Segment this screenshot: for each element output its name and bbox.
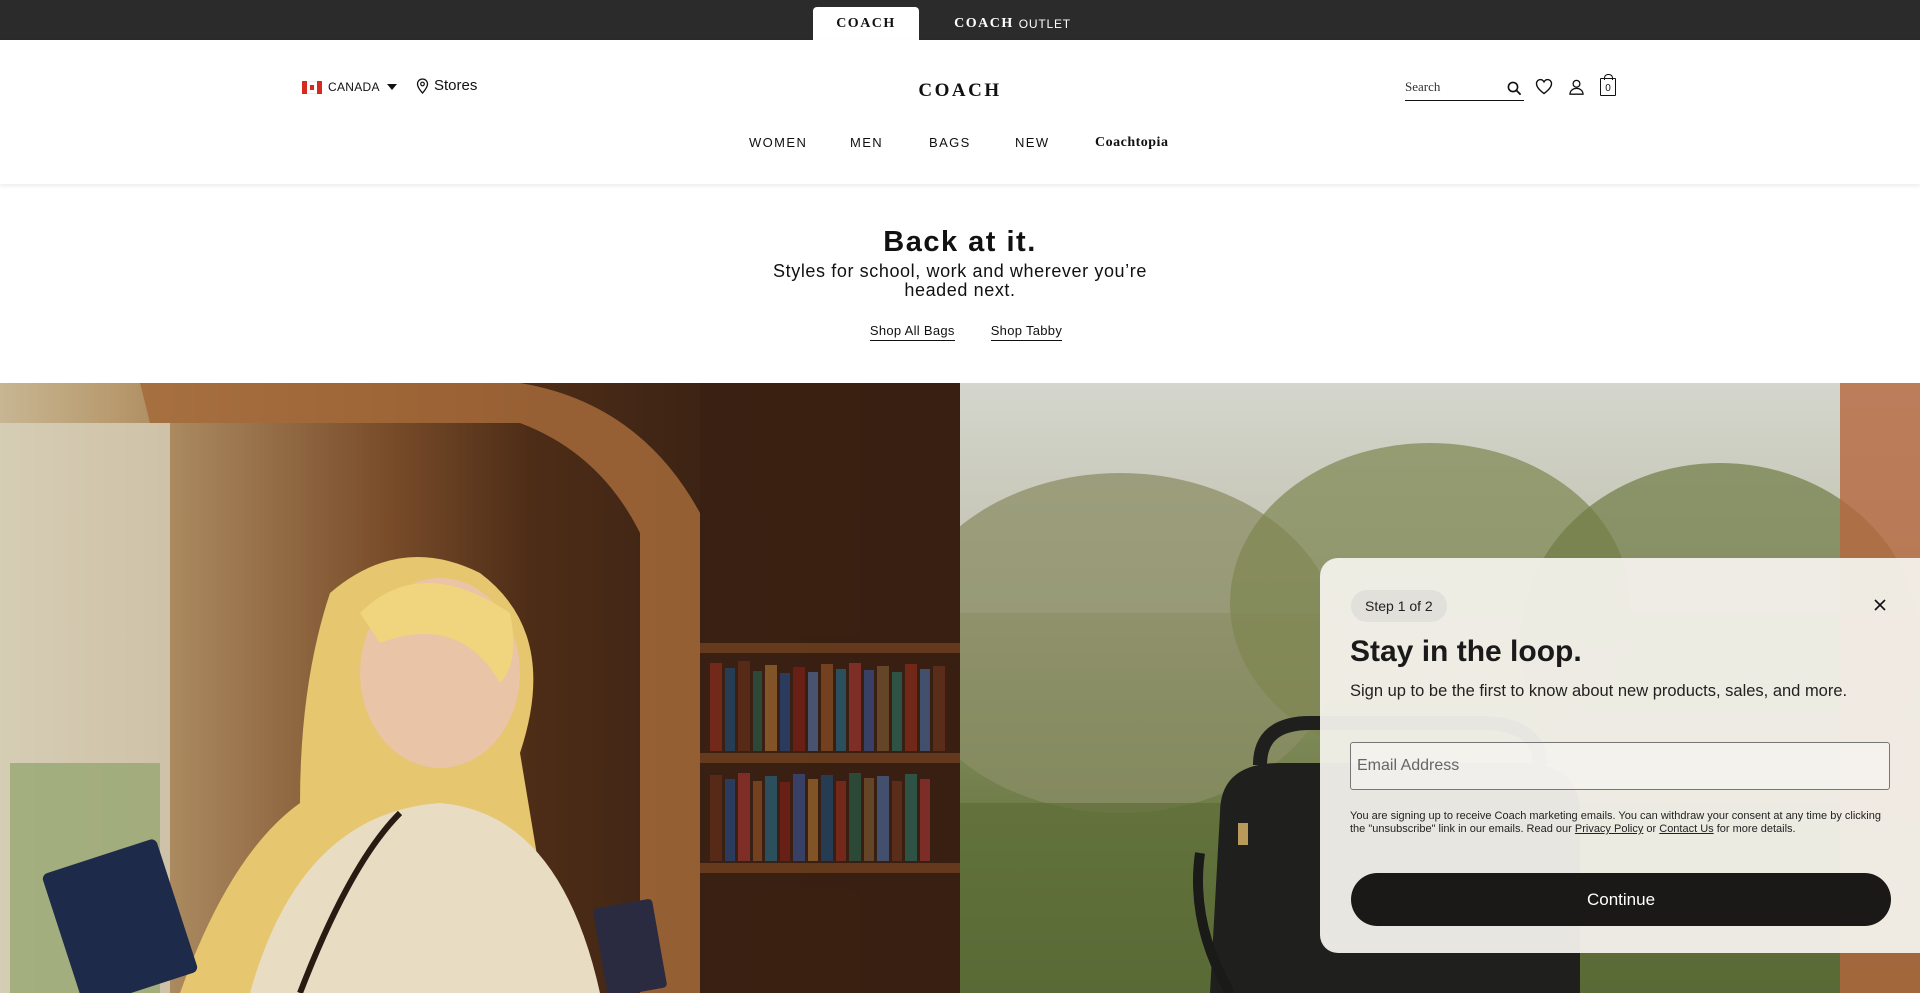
tab-outlet-brand: COACH	[954, 15, 1014, 31]
nav-item-new[interactable]: NEW	[1015, 135, 1050, 150]
nav-item-women[interactable]: WOMEN	[749, 135, 807, 150]
bag-count: 0	[1605, 83, 1611, 94]
modal-title: Stay in the loop.	[1350, 635, 1582, 668]
step-indicator: Step 1 of 2	[1351, 590, 1447, 622]
shop-all-bags-link[interactable]: Shop All Bags	[869, 323, 955, 341]
hero-links: Shop All Bags Shop Tabby	[0, 323, 1920, 341]
account-button[interactable]	[1569, 79, 1584, 95]
newsletter-signup-modal: Step 1 of 2 Stay in the loop. Sign up to…	[1320, 558, 1920, 953]
canada-flag-icon	[302, 80, 322, 94]
shopping-bag-icon[interactable]: 0	[1600, 74, 1616, 96]
legal-suffix: for more details.	[1713, 823, 1796, 835]
stores-link[interactable]: Stores	[416, 77, 477, 94]
main-nav: WOMEN MEN BAGS NEW Coachtopia	[0, 135, 1920, 159]
close-button[interactable]	[1868, 593, 1892, 617]
wishlist-button[interactable]	[1535, 78, 1553, 95]
location-pin-icon	[416, 77, 429, 94]
shop-tabby-link[interactable]: Shop Tabby	[990, 323, 1063, 341]
modal-subtitle: Sign up to be the first to know about ne…	[1350, 682, 1848, 700]
tab-coach[interactable]: COACH	[813, 7, 919, 40]
close-icon	[1874, 599, 1886, 611]
site-header: CANADA Stores COACH 0 WOMEN MEN BAGS NEW…	[0, 40, 1920, 184]
heart-icon	[1535, 78, 1553, 95]
hero-title: Back at it.	[883, 226, 1037, 258]
user-icon	[1569, 79, 1584, 95]
nav-item-coachtopia[interactable]: Coachtopia	[1095, 135, 1168, 151]
hero-image-woman-library[interactable]	[0, 383, 960, 993]
email-field[interactable]	[1350, 742, 1890, 790]
tab-coach-outlet[interactable]: COACH OUTLET	[940, 7, 1085, 40]
brand-switcher-bar: COACH COACH OUTLET	[0, 0, 1920, 40]
consent-text: You are signing up to receive Coach mark…	[1350, 810, 1895, 836]
country-label: CANADA	[328, 80, 380, 94]
hero-subtitle: Styles for school, work and wherever you…	[773, 261, 1147, 300]
privacy-policy-link[interactable]: Privacy Policy	[1575, 823, 1643, 835]
coach-logo[interactable]: COACH	[900, 80, 1020, 102]
hero-image-left-art	[0, 383, 960, 993]
search-input[interactable]	[1405, 76, 1500, 98]
search-icon[interactable]	[1507, 81, 1522, 96]
country-selector[interactable]: CANADA	[302, 80, 397, 94]
nav-item-bags[interactable]: BAGS	[929, 135, 971, 150]
nav-item-men[interactable]: MEN	[850, 135, 883, 150]
chevron-down-icon	[386, 84, 397, 90]
search-box[interactable]	[1405, 76, 1524, 101]
tab-outlet-word: OUTLET	[1018, 16, 1071, 31]
legal-or: or	[1643, 823, 1660, 835]
continue-button[interactable]: Continue	[1351, 873, 1891, 926]
stores-label: Stores	[434, 77, 478, 94]
tab-coach-label: COACH	[836, 15, 896, 31]
contact-us-link[interactable]: Contact Us	[1659, 823, 1713, 835]
